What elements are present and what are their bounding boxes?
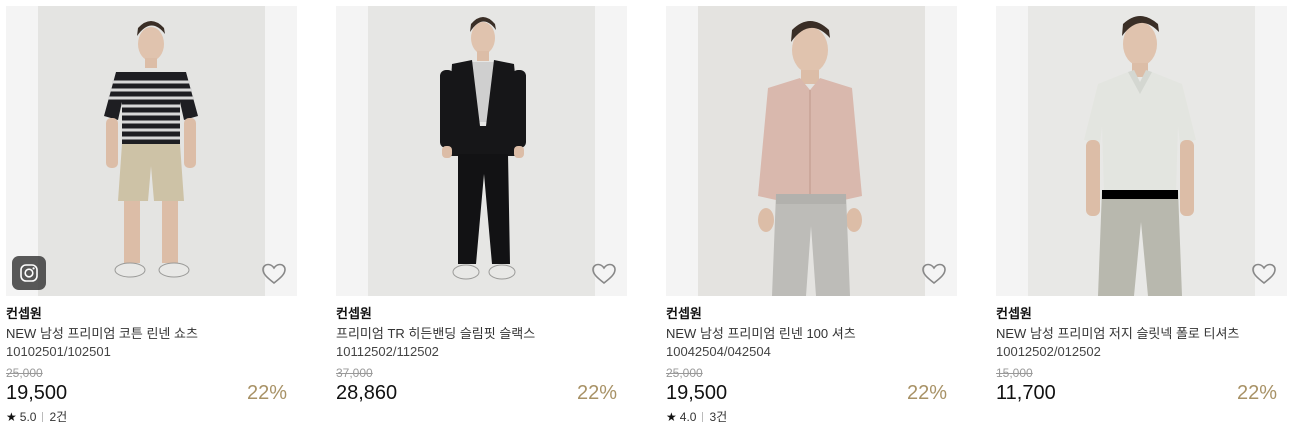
brand-name[interactable]: 컨셉원: [996, 305, 1287, 322]
price-row: 11,700 22%: [996, 381, 1287, 405]
wishlist-heart-icon[interactable]: [1251, 262, 1277, 286]
discount-rate: 22%: [576, 382, 617, 404]
review-count: 2건: [49, 410, 68, 424]
rating-score: 5.0: [19, 410, 37, 424]
rating-score: 4.0: [679, 410, 697, 424]
original-price: 37,000: [336, 366, 373, 380]
product-name[interactable]: NEW 남성 프리미엄 저지 슬릿넥 폴로 티셔츠: [996, 325, 1287, 342]
sale-price: 19,500: [666, 382, 728, 404]
sale-price: 28,860: [336, 382, 398, 404]
price-row: 19,500 22%: [666, 381, 957, 405]
product-card[interactable]: 컨셉원 NEW 남성 프리미엄 코튼 린넨 쇼츠 10102501/102501…: [6, 6, 297, 424]
original-price: 25,000: [666, 366, 703, 380]
review-count: 3건: [709, 410, 728, 424]
product-card[interactable]: 컨셉원 프리미엄 TR 히든밴딩 슬림핏 슬랙스 10112502/112502…: [336, 6, 627, 405]
product-photo[interactable]: [698, 6, 925, 296]
wishlist-heart-icon[interactable]: [261, 262, 287, 286]
product-code: 10042504/042504: [666, 344, 771, 359]
brand-name[interactable]: 컨셉원: [6, 305, 297, 322]
product-card[interactable]: 컨셉원 NEW 남성 프리미엄 저지 슬릿넥 폴로 티셔츠 10012502/0…: [996, 6, 1287, 405]
rating-divider: [42, 412, 44, 422]
wishlist-heart-icon[interactable]: [591, 262, 617, 286]
discount-rate: 22%: [1236, 382, 1277, 404]
instagram-icon[interactable]: [12, 256, 46, 290]
discount-rate: 22%: [906, 382, 947, 404]
product-thumbnail[interactable]: [6, 6, 297, 296]
product-code: 10102501/102501: [6, 344, 111, 359]
price-row: 28,860 22%: [336, 381, 627, 405]
brand-name[interactable]: 컨셉원: [336, 305, 627, 322]
original-price: 25,000: [6, 366, 43, 380]
product-code: 10012502/012502: [996, 344, 1101, 359]
discount-rate: 22%: [246, 382, 287, 404]
product-grid: 컨셉원 NEW 남성 프리미엄 코튼 린넨 쇼츠 10102501/102501…: [0, 0, 1293, 438]
product-thumbnail[interactable]: [666, 6, 957, 296]
product-name[interactable]: NEW 남성 프리미엄 린넨 100 셔츠: [666, 325, 957, 342]
product-thumbnail[interactable]: [336, 6, 627, 296]
wishlist-heart-icon[interactable]: [921, 262, 947, 286]
price-row: 19,500 22%: [6, 381, 297, 405]
product-name[interactable]: 프리미엄 TR 히든밴딩 슬림핏 슬랙스: [336, 325, 627, 342]
product-card[interactable]: 컨셉원 NEW 남성 프리미엄 린넨 100 셔츠 10042504/04250…: [666, 6, 957, 424]
product-photo[interactable]: [368, 6, 595, 296]
sale-price: 19,500: [6, 382, 68, 404]
product-thumbnail[interactable]: [996, 6, 1287, 296]
product-photo[interactable]: [38, 6, 265, 296]
product-name[interactable]: NEW 남성 프리미엄 코튼 린넨 쇼츠: [6, 325, 297, 342]
rating-summary[interactable]: ★ 5.0 2건: [6, 410, 297, 424]
brand-name[interactable]: 컨셉원: [666, 305, 957, 322]
original-price: 15,000: [996, 366, 1033, 380]
rating-divider: [702, 412, 704, 422]
product-code: 10112502/112502: [336, 344, 439, 359]
star-icon: ★: [6, 410, 17, 424]
product-photo[interactable]: [1028, 6, 1255, 296]
star-icon: ★: [666, 410, 677, 424]
sale-price: 11,700: [996, 382, 1056, 404]
rating-summary[interactable]: ★ 4.0 3건: [666, 410, 957, 424]
